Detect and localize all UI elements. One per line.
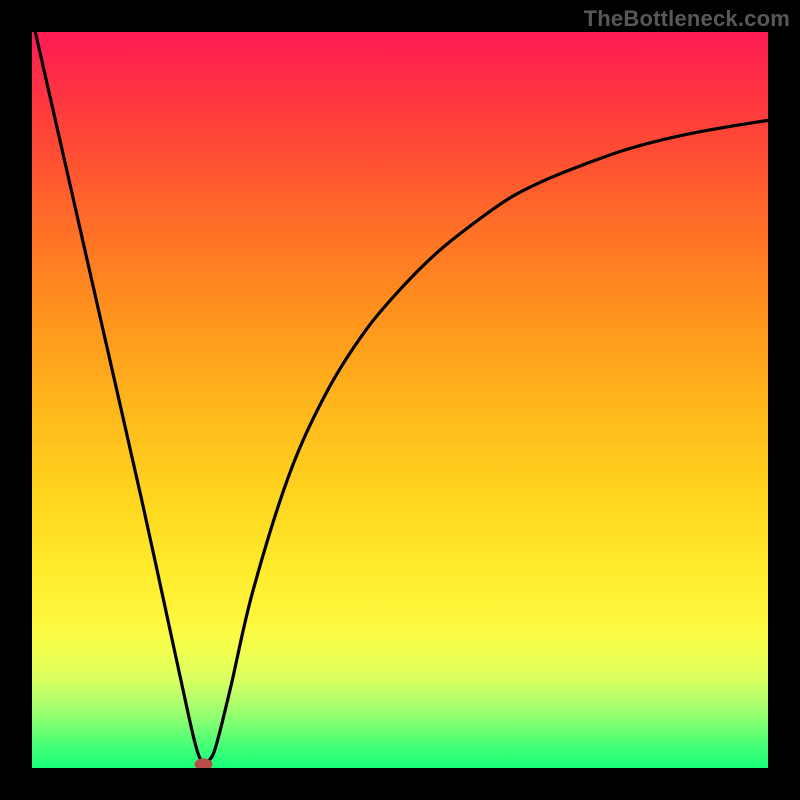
- watermark-label: TheBottleneck.com: [584, 6, 790, 32]
- chart-curve-svg: [32, 32, 768, 768]
- bottleneck-curve: [32, 32, 768, 763]
- chart-frame: TheBottleneck.com: [0, 0, 800, 800]
- chart-plot-area: [32, 32, 768, 768]
